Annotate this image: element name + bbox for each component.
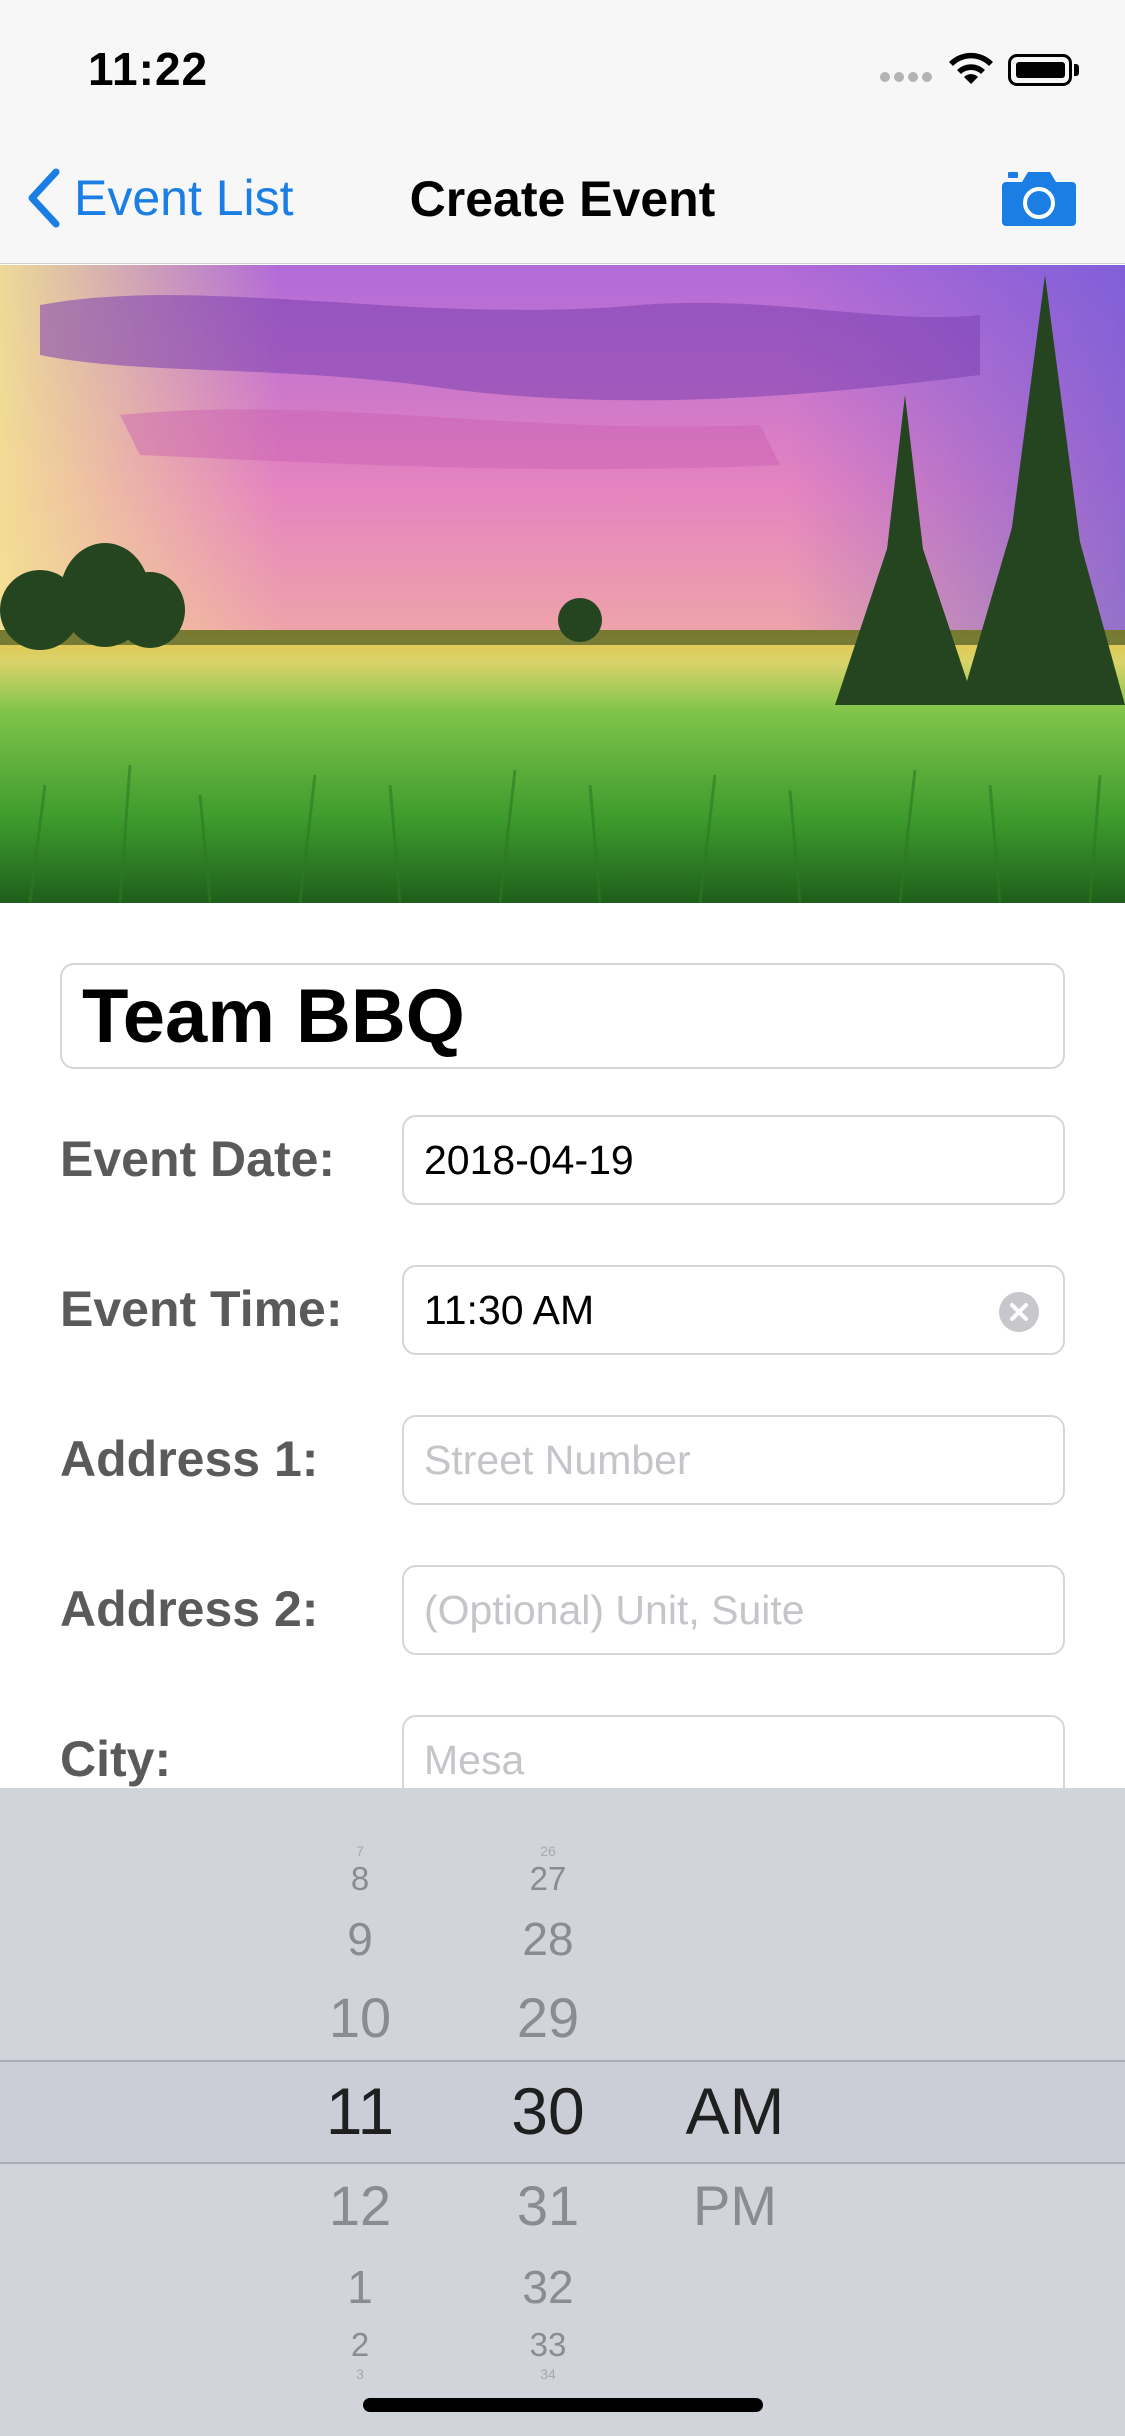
event-form: Team BBQ Event Date: 2018-04-19 Event Ti… (0, 903, 1125, 1788)
time-picker: 7 8 9 10 11 12 1 2 3 26 27 28 29 30 31 3… (0, 1788, 1125, 2436)
minute-item[interactable]: 28 (468, 1912, 628, 1966)
event-time-label: Event Time: (60, 1281, 343, 1337)
minute-item[interactable]: 29 (468, 1985, 628, 2050)
home-indicator[interactable] (363, 2398, 763, 2412)
hour-item[interactable]: 3 (280, 2366, 440, 2382)
city-label: City: (60, 1731, 172, 1787)
hour-item[interactable]: 9 (280, 1912, 440, 1966)
period-item-selected[interactable]: AM (655, 2073, 815, 2149)
minute-item[interactable]: 27 (468, 1860, 628, 1898)
event-title-field[interactable]: Team BBQ (60, 963, 1065, 1069)
wifi-icon (949, 52, 993, 84)
camera-icon[interactable] (1000, 168, 1078, 228)
minute-item[interactable]: 31 (468, 2173, 628, 2238)
status-time: 11:22 (88, 43, 209, 95)
period-item[interactable]: PM (655, 2173, 815, 2238)
battery-icon (1008, 54, 1080, 86)
address-2-label: Address 2: (60, 1581, 319, 1637)
hour-item[interactable]: 8 (280, 1860, 440, 1898)
event-photo (0, 265, 1125, 903)
hour-item[interactable]: 2 (280, 2326, 440, 2364)
page-title: Create Event (409, 171, 716, 227)
clear-icon[interactable] (997, 1290, 1041, 1334)
minute-item[interactable]: 34 (468, 2366, 628, 2382)
status-bar: 11:22 (0, 0, 1125, 132)
hour-item[interactable]: 1 (280, 2260, 440, 2314)
minute-item[interactable]: 26 (468, 1843, 628, 1859)
minute-item[interactable]: 33 (468, 2326, 628, 2364)
event-time-value: 11:30 AM (424, 1286, 595, 1333)
event-time-field[interactable]: 11:30 AM (402, 1265, 1065, 1355)
hour-item[interactable]: 7 (280, 1843, 440, 1859)
event-date-label: Event Date: (60, 1131, 336, 1187)
hour-item[interactable]: 10 (280, 1985, 440, 2050)
address-2-field[interactable]: (Optional) Unit, Suite (402, 1565, 1065, 1655)
cellular-signal-icon (880, 72, 932, 82)
city-field[interactable]: Mesa (402, 1715, 1065, 1788)
minute-item[interactable]: 32 (468, 2260, 628, 2314)
hour-item-selected[interactable]: 11 (280, 2073, 440, 2149)
event-date-field[interactable]: 2018-04-19 (402, 1115, 1065, 1205)
address-1-field[interactable]: Street Number (402, 1415, 1065, 1505)
minute-item-selected[interactable]: 30 (468, 2073, 628, 2149)
hour-item[interactable]: 12 (280, 2173, 440, 2238)
address-1-label: Address 1: (60, 1431, 319, 1487)
navigation-bar: Event List Create Event (0, 132, 1125, 264)
